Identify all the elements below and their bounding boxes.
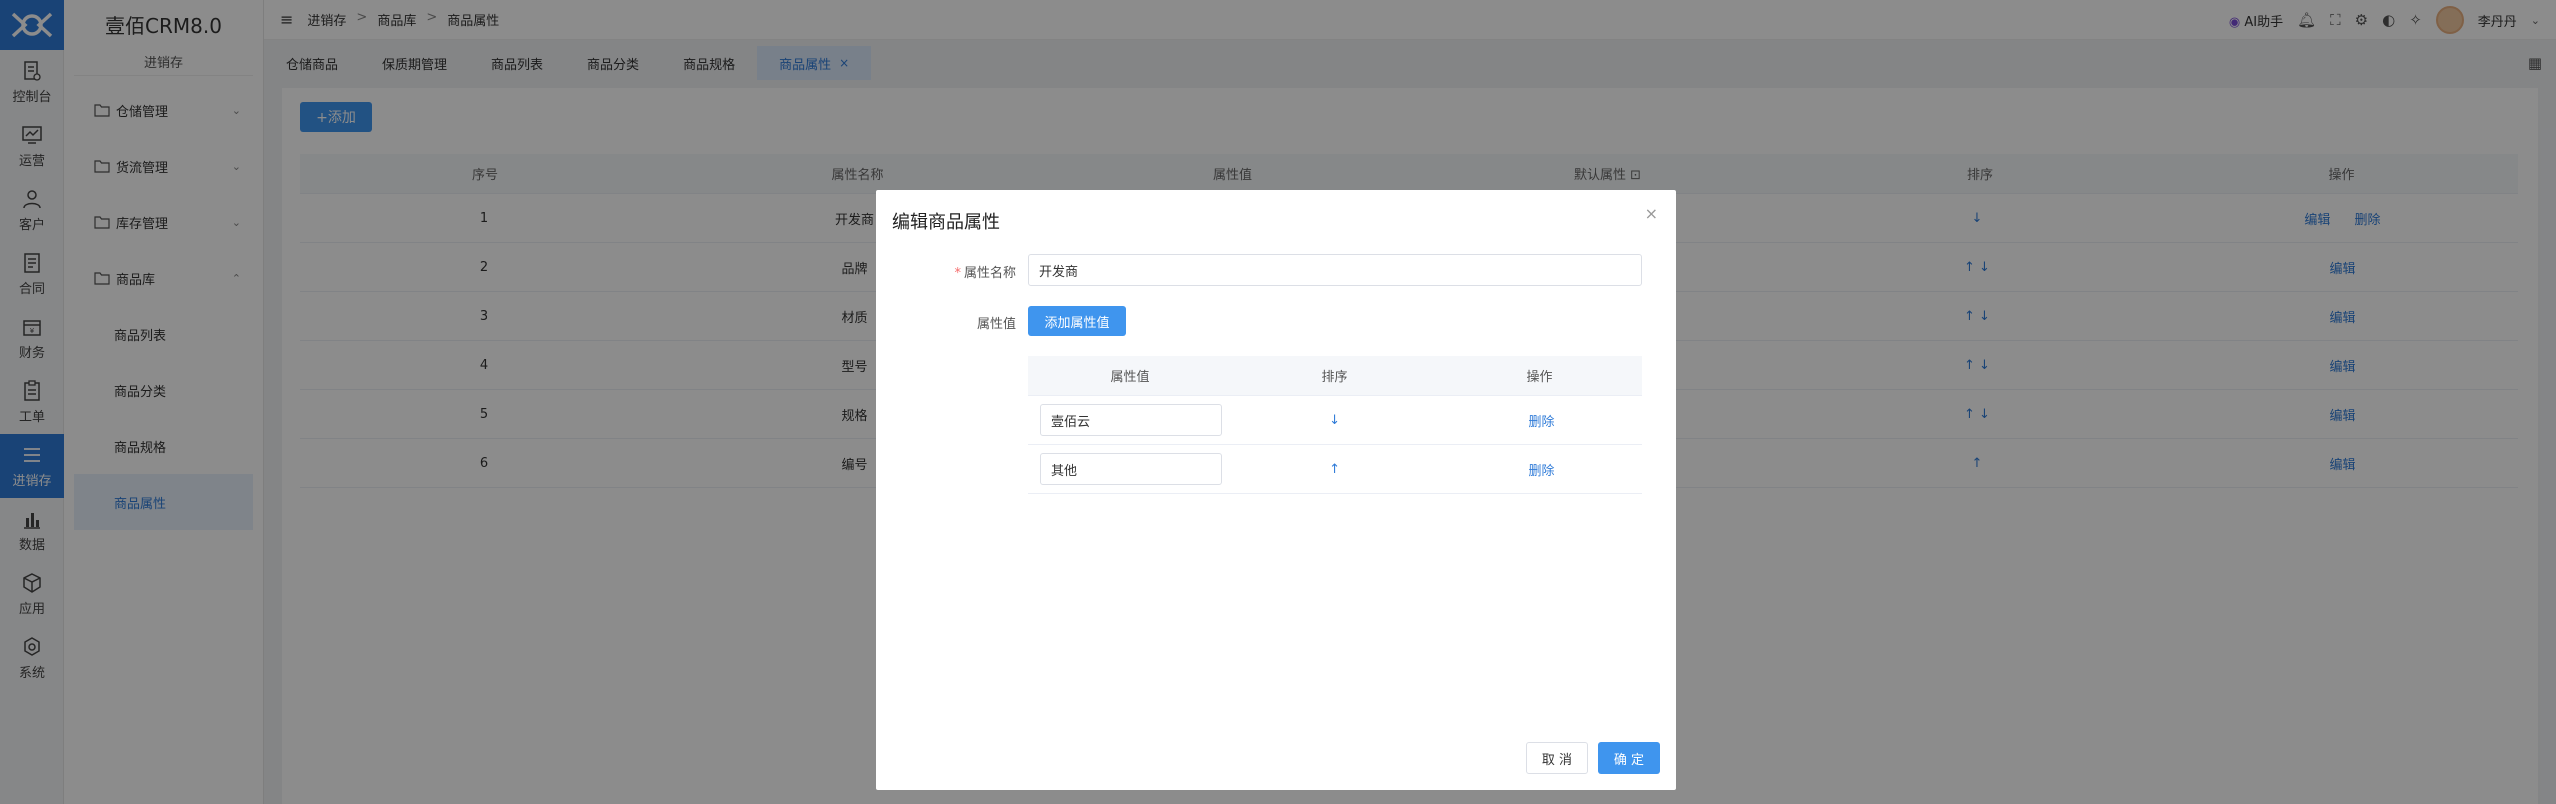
delete-link[interactable]: 删除 — [1441, 460, 1642, 479]
close-icon[interactable]: × — [1645, 204, 1658, 223]
column-header: 属性值 — [1110, 370, 1150, 385]
table-row: 其他 ↑ 删除 — [1028, 445, 1642, 494]
required-mark: * — [954, 266, 961, 281]
table-header: 属性值 排序 操作 — [1028, 356, 1642, 396]
label-text: 属性名称 — [963, 266, 1016, 281]
edit-attribute-dialog: 编辑商品属性 × * 属性名称 开发商 属性值 添加属性值 属性值 排序 操作 壹… — [876, 190, 1676, 790]
sort-up-icon[interactable]: ↑ — [1234, 462, 1435, 477]
attribute-values-table: 属性值 排序 操作 壹佰云 ↓ 删除 其他 ↑ 删除 — [1028, 356, 1642, 494]
confirm-button[interactable]: 确 定 — [1598, 742, 1660, 774]
attribute-name-label: * 属性名称 — [876, 262, 1016, 281]
value-input[interactable]: 壹佰云 — [1040, 404, 1222, 436]
column-header: 排序 — [1321, 370, 1348, 385]
attribute-name-input[interactable]: 开发商 — [1028, 254, 1642, 286]
add-value-button[interactable]: 添加属性值 — [1028, 306, 1126, 336]
column-header: 操作 — [1526, 370, 1553, 385]
attribute-values-label: 属性值 — [976, 317, 1016, 332]
dialog-title: 编辑商品属性 — [892, 212, 1000, 233]
value-input[interactable]: 其他 — [1040, 453, 1222, 485]
delete-link[interactable]: 删除 — [1441, 411, 1642, 430]
cancel-button[interactable]: 取 消 — [1526, 742, 1588, 774]
table-row: 壹佰云 ↓ 删除 — [1028, 396, 1642, 445]
sort-down-icon[interactable]: ↓ — [1234, 413, 1435, 428]
